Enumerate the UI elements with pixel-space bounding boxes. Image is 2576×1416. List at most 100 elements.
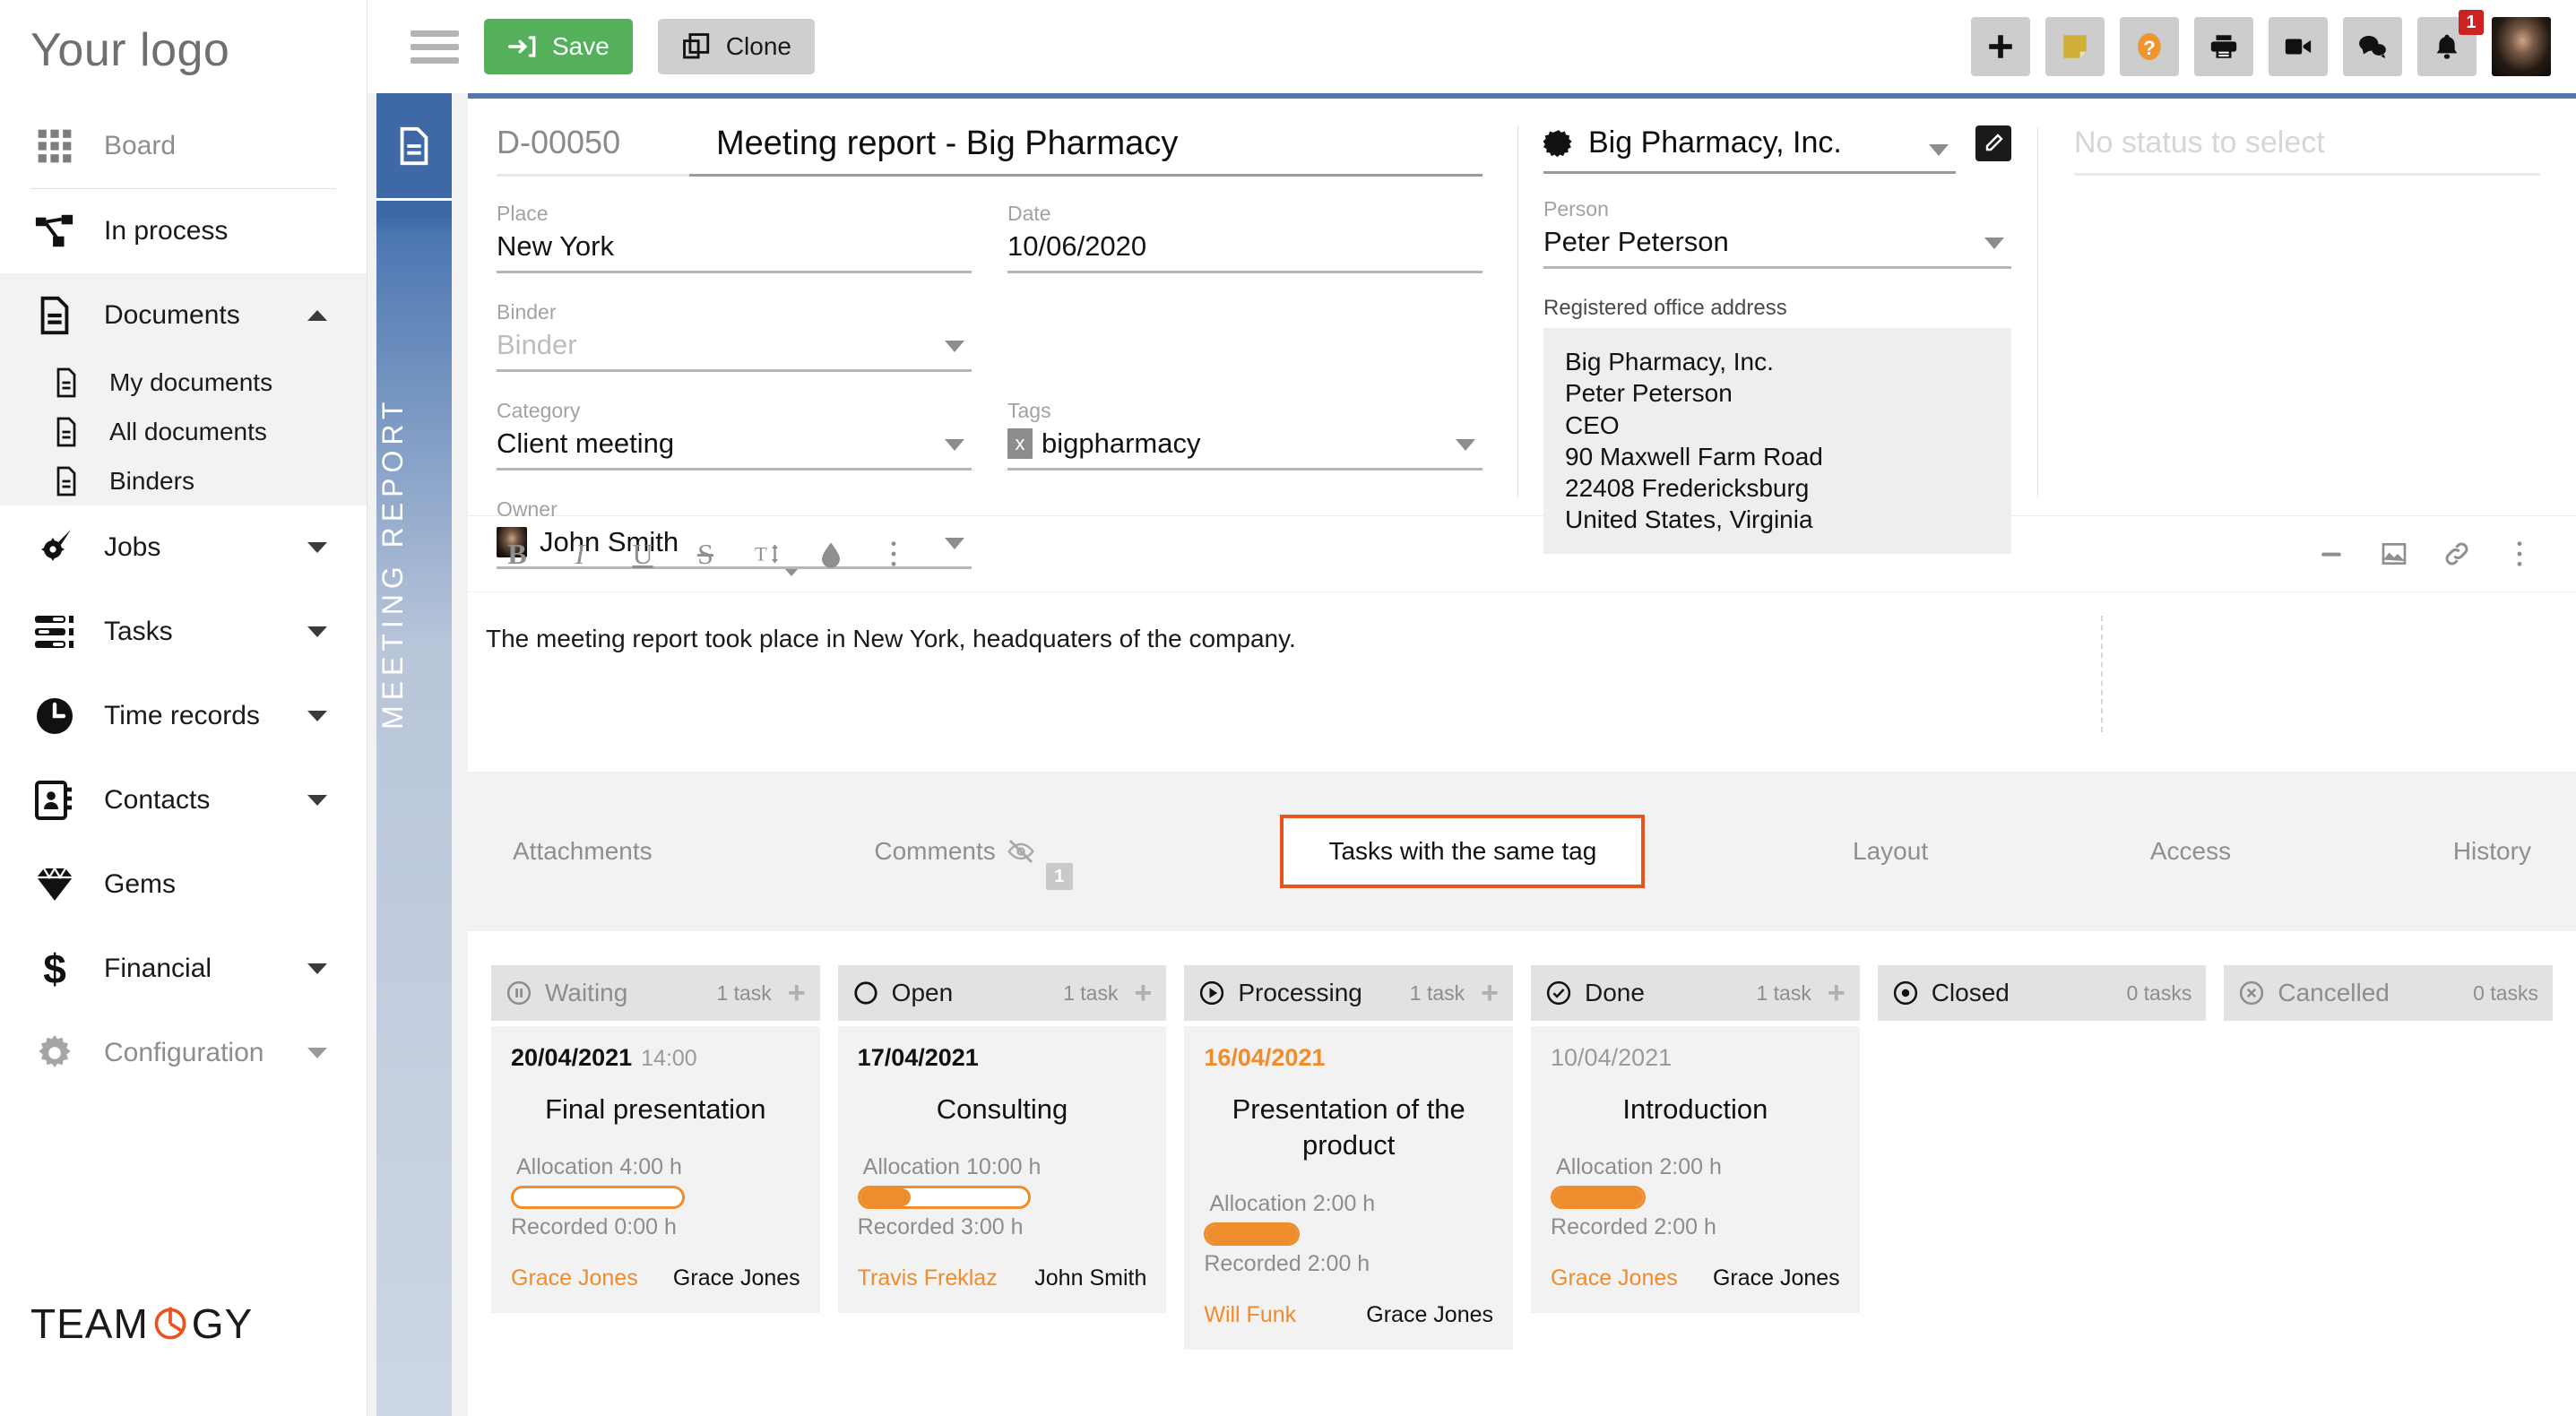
underline-icon[interactable]: U [611,522,674,585]
chat-icon[interactable] [2343,17,2402,76]
edit-company-button[interactable] [1975,125,2011,161]
chevron-down-icon[interactable] [945,538,964,549]
person-value[interactable]: Peter Peterson [1543,226,2011,269]
plus-icon[interactable] [1971,17,2030,76]
app-logo: Your logo [30,24,230,76]
task-card[interactable]: 17/04/2021 Consulting Allocation 10:00 h… [837,1026,1167,1314]
chevron-down-icon[interactable] [1929,144,1949,156]
sidebar-item-contacts[interactable]: Contacts [0,758,367,842]
document-title-input[interactable]: Meeting report - Big Pharmacy [689,125,1482,177]
editor-content[interactable]: The meeting report took place in New Yor… [468,592,2576,772]
chevron-down-icon[interactable] [1456,439,1475,451]
kanban-column-header: Cancelled 0 tasks [2224,965,2554,1021]
place-value[interactable]: New York [497,230,972,273]
task-card[interactable]: 10/04/2021 Introduction Allocation 2:00 … [1531,1026,1860,1314]
chevron-up-icon[interactable] [307,310,327,321]
kanban-board: Waiting 1 task + 20/04/2021 14:00 Final p… [468,931,2576,1350]
print-icon[interactable] [2194,17,2253,76]
person-field[interactable]: Person Peter Peterson [1543,197,2011,269]
date-value[interactable]: 10/06/2020 [1007,230,1482,273]
sidebar-item-my-documents[interactable]: My documents [0,358,367,407]
add-task-icon[interactable]: + [1828,978,1846,1008]
date-field[interactable]: Date 10/06/2020 [1007,202,1482,273]
add-task-icon[interactable]: + [1134,978,1152,1008]
tags-label: Tags [1007,399,1051,422]
more-icon[interactable] [862,522,925,585]
tags-value-wrap[interactable]: x bigpharmacy [1007,427,1482,471]
text-color-icon[interactable] [800,522,862,585]
video-icon[interactable] [2269,17,2328,76]
bell-icon[interactable]: 1 [2417,10,2484,76]
tag-remove-icon[interactable]: x [1007,428,1033,459]
sidebar-item-label: Tasks [104,617,173,646]
more-icon[interactable] [2488,522,2551,585]
tab-history[interactable]: History [2439,837,2546,866]
sidebar-item-board[interactable]: Board [0,104,367,188]
chevron-down-icon[interactable] [1984,237,2004,249]
place-field[interactable]: Place New York [497,202,972,273]
avatar[interactable] [2492,17,2551,76]
sidebar-item-documents[interactable]: Documents [0,273,367,358]
sidebar-item-time-records[interactable]: Time records [0,674,367,758]
status-select[interactable]: No status to select [2074,125,2540,176]
chevron-down-icon[interactable] [307,542,327,553]
font-size-icon[interactable]: T [737,522,800,585]
category-value[interactable]: Client meeting [497,427,972,471]
task-owner: Grace Jones [1366,1301,1494,1327]
kanban-column-waiting: Waiting 1 task + 20/04/2021 14:00 Final p… [491,965,820,1350]
editor-toolbar: B I U S T [468,515,2576,592]
link-icon[interactable] [2425,522,2488,585]
task-card[interactable]: 20/04/2021 14:00 Final presentation Alloc… [491,1026,820,1314]
tab-tasks-with-same-tag[interactable]: Tasks with the same tag [1280,815,1646,888]
x-circle-icon [2238,980,2265,1006]
document-id[interactable]: D-00050 [497,124,689,177]
chevron-down-icon[interactable] [307,795,327,806]
sidebar-item-binders[interactable]: Binders [0,456,367,505]
italic-icon[interactable]: I [549,522,611,585]
chevron-down-icon[interactable] [307,626,327,637]
help-icon[interactable]: ? [2120,17,2179,76]
sidebar-item-jobs[interactable]: Jobs [0,505,367,590]
binder-field[interactable]: Binder Binder [497,300,972,372]
chevron-down-icon[interactable] [307,963,327,974]
chevron-down-icon[interactable] [945,439,964,451]
bold-icon[interactable]: B [486,522,549,585]
chevron-down-icon[interactable] [307,711,327,721]
clone-button[interactable]: Clone [657,19,815,74]
tab-layout[interactable]: Layout [1838,837,1942,866]
sidebar-item-all-documents[interactable]: All documents [0,407,367,456]
chevron-down-icon[interactable] [945,341,964,352]
task-footer: Grace Jones Grace Jones [511,1265,800,1291]
binder-value[interactable]: Binder [497,329,972,372]
sidebar-item-configuration[interactable]: Configuration [0,1011,367,1095]
task-date-value: 17/04/2021 [857,1044,979,1071]
add-task-icon[interactable]: + [788,978,806,1008]
company-select-row[interactable]: Big Pharmacy, Inc. [1543,125,2011,174]
tags-field[interactable]: Tags x bigpharmacy [1007,399,1482,471]
strikethrough-icon[interactable]: S [674,522,737,585]
sidebar-item-tasks[interactable]: Tasks [0,590,367,674]
tab-attachments[interactable]: Attachments [498,837,667,866]
save-button[interactable]: Save [484,19,633,74]
add-task-icon[interactable]: + [1481,978,1499,1008]
note-icon[interactable] [2045,17,2105,76]
company-name-value: Big Pharmacy, Inc. [1588,125,1842,160]
save-arrow-icon [507,31,538,62]
tab-label: Access [2149,837,2232,865]
tab-access[interactable]: Access [2136,837,2245,866]
kanban-column-closed: Closed 0 tasks [1877,965,2207,1350]
category-field[interactable]: Category Client meeting [497,399,972,471]
menu-toggle-icon[interactable] [411,23,459,71]
image-icon[interactable] [2363,522,2425,585]
company-name-select[interactable]: Big Pharmacy, Inc. [1543,125,1956,174]
list-icon [30,608,79,656]
tab-comments[interactable]: Comments 1 [860,813,1086,890]
editor-paragraph[interactable]: The meeting report took place in New Yor… [486,625,2549,653]
task-card[interactable]: 16/04/2021 Presentation of the product A… [1184,1026,1514,1350]
task-assignee: Will Funk [1204,1301,1297,1327]
chevron-down-icon[interactable] [307,1048,327,1058]
sidebar-item-in-process[interactable]: In process [0,189,367,273]
sidebar-item-gems[interactable]: Gems [0,842,367,927]
minus-icon[interactable] [2300,522,2363,585]
sidebar-item-financial[interactable]: $ Financial [0,927,367,1011]
